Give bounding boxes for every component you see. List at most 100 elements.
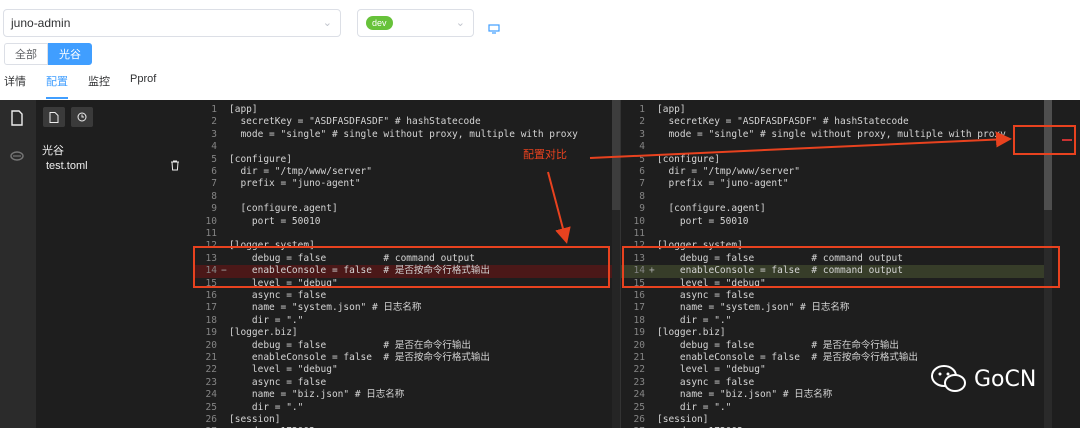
top-toolbar: juno-admin ⌄ dev ⌄ 全部 光谷 详情 配置 监控 Pprof: [0, 0, 1080, 100]
code-line[interactable]: 18 dir = ".": [193, 315, 620, 327]
line-number: 11: [205, 228, 217, 239]
code-line[interactable]: 1 [app]: [193, 104, 620, 116]
line-number: 10: [633, 215, 645, 227]
diff-marker: [649, 352, 657, 364]
code-line[interactable]: 18 dir = ".": [621, 315, 1060, 327]
tab-config[interactable]: 配置: [46, 73, 68, 99]
code-text: enableConsole = false # 是否按命令行格式输出: [657, 352, 918, 363]
line-number: 23: [633, 376, 645, 388]
code-line[interactable]: 17 name = "system.json" # 日志名称: [621, 302, 1060, 314]
code-line[interactable]: 3 mode = "single" # single without proxy…: [193, 129, 620, 141]
line-number: 8: [211, 190, 217, 202]
code-line[interactable]: 11: [621, 228, 1060, 240]
line-number: 9: [639, 203, 645, 215]
code-line[interactable]: 19 [logger.biz]: [193, 327, 620, 339]
code-text: [configure.agent]: [229, 203, 338, 215]
code-text: async = false: [229, 290, 327, 301]
code-line[interactable]: 6 dir = "/tmp/www/server": [193, 166, 620, 178]
diff-marker: [221, 228, 229, 240]
tab-monitor[interactable]: 监控: [88, 73, 110, 99]
trash-icon[interactable]: [170, 160, 180, 171]
line-number: 18: [205, 314, 217, 326]
code-text: prefix = "juno-agent": [229, 178, 361, 190]
cloud-sync-icon[interactable]: [9, 148, 25, 164]
code-line[interactable]: 8: [621, 191, 1060, 203]
diff-marker: [649, 203, 657, 215]
code-line[interactable]: 6 dir = "/tmp/www/server": [621, 166, 1060, 178]
code-text: [app]: [657, 104, 686, 115]
code-line[interactable]: 9 [configure.agent]: [193, 203, 620, 215]
code-line[interactable]: 26 [session]: [193, 414, 620, 426]
tab-pprof[interactable]: Pprof: [130, 73, 156, 99]
code-line[interactable]: 9 [configure.agent]: [621, 203, 1060, 215]
code-line[interactable]: 26 [session]: [621, 414, 1060, 426]
line-number: 4: [211, 141, 217, 153]
line-number: 3: [211, 128, 217, 140]
code-line[interactable]: 10 port = 50010: [193, 216, 620, 228]
code-line[interactable]: 21 enableConsole = false # 是否按命令行格式输出: [621, 352, 1060, 364]
code-line[interactable]: 5 [configure]: [621, 154, 1060, 166]
code-line[interactable]: 24 name = "biz.json" # 日志名称: [193, 389, 620, 401]
app-select[interactable]: juno-admin ⌄: [3, 9, 341, 37]
code-text: name = "biz.json" # 日志名称: [229, 389, 405, 401]
code-line[interactable]: 8: [193, 191, 620, 203]
code-line[interactable]: 20 debug = false # 是否在命令行输出: [621, 340, 1060, 352]
zone-guanggu-button[interactable]: 光谷: [48, 43, 92, 65]
code-line[interactable]: 22 level = "debug": [193, 364, 620, 376]
file-icon[interactable]: [9, 110, 25, 126]
editor-scrollbar-thumb[interactable]: [612, 100, 620, 210]
history-button[interactable]: [71, 107, 93, 127]
code-line[interactable]: 20 debug = false # 是否在命令行输出: [193, 340, 620, 352]
tabs: 详情 配置 监控 Pprof: [4, 73, 176, 99]
diff-marker: [649, 166, 657, 178]
file-item[interactable]: test.toml: [46, 160, 88, 172]
code-line[interactable]: 2 secretKey = "ASDFASDFASDF" # hashState…: [193, 116, 620, 128]
code-line[interactable]: 7 prefix = "juno-agent": [621, 178, 1060, 190]
code-text: secretKey = "ASDFASDFASDF" # hashStateco…: [657, 116, 909, 128]
diff-marker: [221, 178, 229, 190]
diff-marker: [221, 116, 229, 128]
code-line[interactable]: 7 prefix = "juno-agent": [193, 178, 620, 190]
line-number: 4: [639, 141, 645, 153]
code-line[interactable]: 4: [621, 141, 1060, 153]
line-number: 22: [205, 364, 217, 376]
code-line[interactable]: 19 [logger.biz]: [621, 327, 1060, 339]
code-line[interactable]: 2 secretKey = "ASDFASDFASDF" # hashState…: [621, 116, 1060, 128]
diff-marker: [221, 166, 229, 178]
diff-marker: [649, 389, 657, 401]
code-text: [logger.biz]: [229, 327, 298, 339]
code-line[interactable]: 10 port = 50010: [621, 216, 1060, 228]
diff-marker: [221, 364, 229, 376]
tab-details[interactable]: 详情: [4, 73, 26, 99]
diff-marker: [221, 377, 229, 389]
code-line[interactable]: 1 [app]: [621, 104, 1060, 116]
line-number: 6: [639, 166, 645, 177]
line-number: 26: [633, 414, 645, 425]
code-line[interactable]: 25 dir = ".": [621, 402, 1060, 414]
diff-marker: [221, 340, 229, 352]
code-text: [configure.agent]: [657, 203, 766, 215]
code-line[interactable]: 16 async = false: [621, 290, 1060, 302]
zone-all-button[interactable]: 全部: [4, 43, 48, 65]
code-line[interactable]: 3 mode = "single" # single without proxy…: [621, 129, 1060, 141]
code-line[interactable]: 16 async = false: [193, 290, 620, 302]
diff-scrollbar-thumb[interactable]: [1044, 100, 1052, 210]
diff-marker: [649, 340, 657, 352]
diff-marker: [221, 104, 229, 116]
code-line[interactable]: 23 async = false: [193, 377, 620, 389]
diff-marker: [221, 327, 229, 339]
diff-marker: [221, 302, 229, 314]
line-number: 7: [639, 178, 645, 190]
env-select[interactable]: dev ⌄: [357, 9, 474, 37]
code-line[interactable]: 21 enableConsole = false # 是否按命令行格式输出: [193, 352, 620, 364]
code-line[interactable]: 17 name = "system.json" # 日志名称: [193, 302, 620, 314]
line-number: 5: [639, 153, 645, 165]
code-line[interactable]: 11: [193, 228, 620, 240]
line-number: 7: [211, 178, 217, 190]
diff-marker: [649, 154, 657, 166]
new-file-button[interactable]: [43, 107, 65, 127]
monitor-icon[interactable]: [488, 24, 500, 34]
code-line[interactable]: 25 dir = ".": [193, 402, 620, 414]
